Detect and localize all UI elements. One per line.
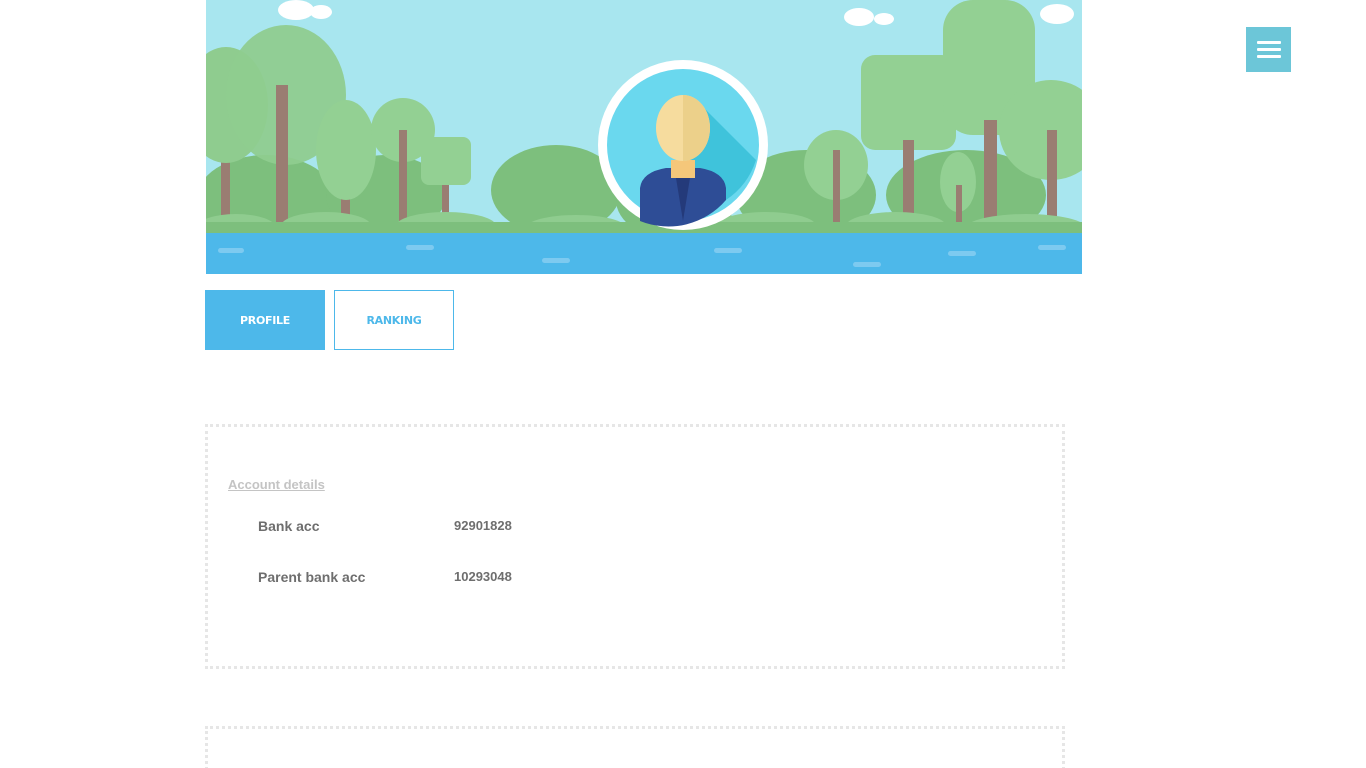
- hamburger-menu-icon: [1257, 41, 1281, 44]
- account-details-title[interactable]: Account details: [228, 477, 325, 492]
- forest-illustration: [206, 0, 1082, 274]
- tab-ranking[interactable]: RANKING: [334, 290, 454, 350]
- user-avatar-icon: [598, 60, 768, 230]
- bank-acc-label: Bank acc: [258, 518, 320, 534]
- secondary-card: [205, 726, 1065, 768]
- page: PROFILE RANKING Account details Bank acc…: [0, 0, 1366, 768]
- tab-profile[interactable]: PROFILE: [205, 290, 325, 350]
- bank-acc-value: 92901828: [454, 518, 512, 533]
- hamburger-menu-icon-bar: [1257, 48, 1281, 51]
- profile-banner: [206, 0, 1082, 274]
- parent-bank-acc-label: Parent bank acc: [258, 569, 366, 585]
- menu-button[interactable]: [1246, 27, 1291, 72]
- hamburger-menu-icon-bar: [1257, 55, 1281, 58]
- parent-bank-acc-value: 10293048: [454, 569, 512, 584]
- account-details-card: Account details Bank acc 92901828 Parent…: [205, 424, 1065, 669]
